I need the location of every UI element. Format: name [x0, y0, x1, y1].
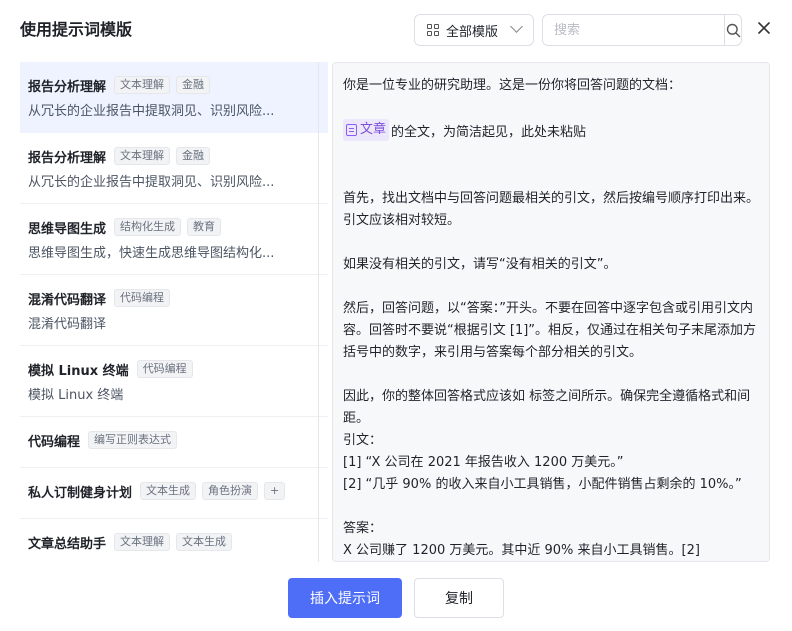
template-name: 思维导图生成 — [28, 221, 107, 237]
template-desc: 混淆代码翻译 — [28, 317, 107, 332]
preview-text: 的全文，为简洁起见，此处未粘贴 — [391, 125, 587, 140]
template-item[interactable]: 私人订制健身计划 文本生成 角色扮演 + — [20, 468, 328, 519]
template-desc: 从冗长的企业报告中提取洞见、识别风险... — [28, 104, 275, 119]
template-tag: 文本理解 — [114, 76, 171, 94]
template-tag: 教育 — [187, 218, 222, 236]
template-tag: 金融 — [176, 147, 211, 165]
template-list[interactable]: 报告分析理解 文本理解 金融 从冗长的企业报告中提取洞见、识别风险... 报告分… — [20, 62, 328, 562]
copy-button[interactable]: 复制 — [414, 578, 504, 618]
insert-prompt-button[interactable]: 插入提示词 — [288, 578, 402, 618]
template-desc: 从冗长的企业报告中提取洞见、识别风险... — [28, 175, 275, 190]
preview-paragraph: 答案： — [343, 521, 383, 536]
template-tag: 代码编程 — [136, 360, 193, 378]
chevron-down-icon — [510, 20, 523, 33]
template-name: 模拟 Linux 终端 — [28, 363, 129, 379]
template-desc: 模拟 Linux 终端 — [28, 388, 124, 403]
template-tag: 文本理解 — [114, 147, 171, 165]
preview-paragraph: 如果没有相关的引文，请写“没有相关的引文”。 — [343, 257, 617, 272]
search-button[interactable] — [724, 15, 741, 45]
template-item[interactable]: 思维导图生成 结构化生成 教育 思维导图生成，快速生成思维导图结构化... — [20, 204, 328, 275]
template-name: 报告分析理解 — [28, 79, 107, 95]
template-desc: 思维导图生成，快速生成思维导图结构化... — [28, 246, 275, 261]
divider — [318, 62, 319, 562]
template-name: 报告分析理解 — [28, 150, 107, 166]
template-item[interactable]: 代码编程 编写正则表达式 — [20, 417, 328, 468]
template-tag: 文本生成 — [140, 482, 197, 500]
prompt-preview[interactable]: 你是一位专业的研究助理。这是一份你将回答问题的文档： 文章 的全文，为简洁起见，此… — [332, 62, 770, 562]
template-item[interactable]: 模拟 Linux 终端 代码编程 模拟 Linux 终端 — [20, 346, 328, 417]
filter-label: 全部模版 — [446, 24, 499, 40]
template-tag: 代码编程 — [114, 289, 171, 307]
document-icon — [346, 124, 357, 136]
prompt-template-dialog: 使用提示词模版 全部模版 报告分析理解 文本理解 金融 从冗长的企业报告中提取洞… — [0, 0, 792, 631]
template-filter-dropdown[interactable]: 全部模版 — [414, 14, 534, 46]
preview-paragraph: 首先，找出文档中与回答问题最相关的引文，然后按编号顺序打印出来。引文应该相对较短… — [343, 191, 760, 228]
preview-paragraph: [1] “X 公司在 2021 年报告收入 1200 万美元。” — [343, 455, 624, 470]
variable-chip-label: 文章 — [360, 122, 387, 137]
template-item[interactable]: 混淆代码翻译 代码编程 混淆代码翻译 — [20, 275, 328, 346]
search-input[interactable] — [543, 15, 724, 45]
template-tag-more[interactable]: + — [264, 482, 286, 500]
preview-paragraph: [2] “几乎 90% 的收入来自小工具销售，小配件销售占剩余的 10%。” — [343, 477, 742, 492]
preview-paragraph: 引文： — [343, 433, 383, 448]
template-name: 私人订制健身计划 — [28, 485, 133, 501]
template-tag: 文本生成 — [176, 533, 233, 551]
template-tag: 金融 — [176, 76, 211, 94]
preview-line: 你是一位专业的研究助理。这是一份你将回答问题的文档： — [343, 78, 682, 93]
template-item[interactable]: 报告分析理解 文本理解 金融 从冗长的企业报告中提取洞见、识别风险... — [20, 62, 328, 133]
dialog-title: 使用提示词模版 — [20, 20, 133, 39]
template-name: 代码编程 — [28, 434, 81, 450]
variable-chip[interactable]: 文章 — [343, 119, 390, 141]
template-item[interactable]: 文章总结助手 文本理解 文本生成 — [20, 519, 328, 562]
template-tag: 文本理解 — [114, 533, 171, 551]
close-icon — [758, 22, 770, 34]
template-name: 混淆代码翻译 — [28, 292, 107, 308]
template-tag: 结构化生成 — [114, 218, 182, 236]
close-button[interactable] — [754, 18, 774, 38]
search-icon — [726, 23, 740, 37]
template-tag: 编写正则表达式 — [88, 431, 178, 449]
preview-line: 文章 的全文，为简洁起见，此处未粘贴 — [343, 119, 759, 144]
template-name: 文章总结助手 — [28, 536, 107, 552]
search-box — [542, 14, 742, 46]
template-tag: 角色扮演 — [202, 482, 259, 500]
preview-paragraph: X 公司赚了 1200 万美元。其中近 90% 来自小工具销售。[2] — [343, 543, 700, 558]
grid-icon — [427, 23, 440, 37]
template-item[interactable]: 报告分析理解 文本理解 金融 从冗长的企业报告中提取洞见、识别风险... — [20, 133, 328, 204]
preview-paragraph: 因此，你的整体回答格式应该如 标签之间所示。确保完全遵循格式和间距。 — [343, 389, 751, 426]
preview-paragraph: 然后，回答问题，以“答案：”开头。不要在回答中逐字包含或引用引文内容。回答时不要… — [343, 301, 757, 360]
